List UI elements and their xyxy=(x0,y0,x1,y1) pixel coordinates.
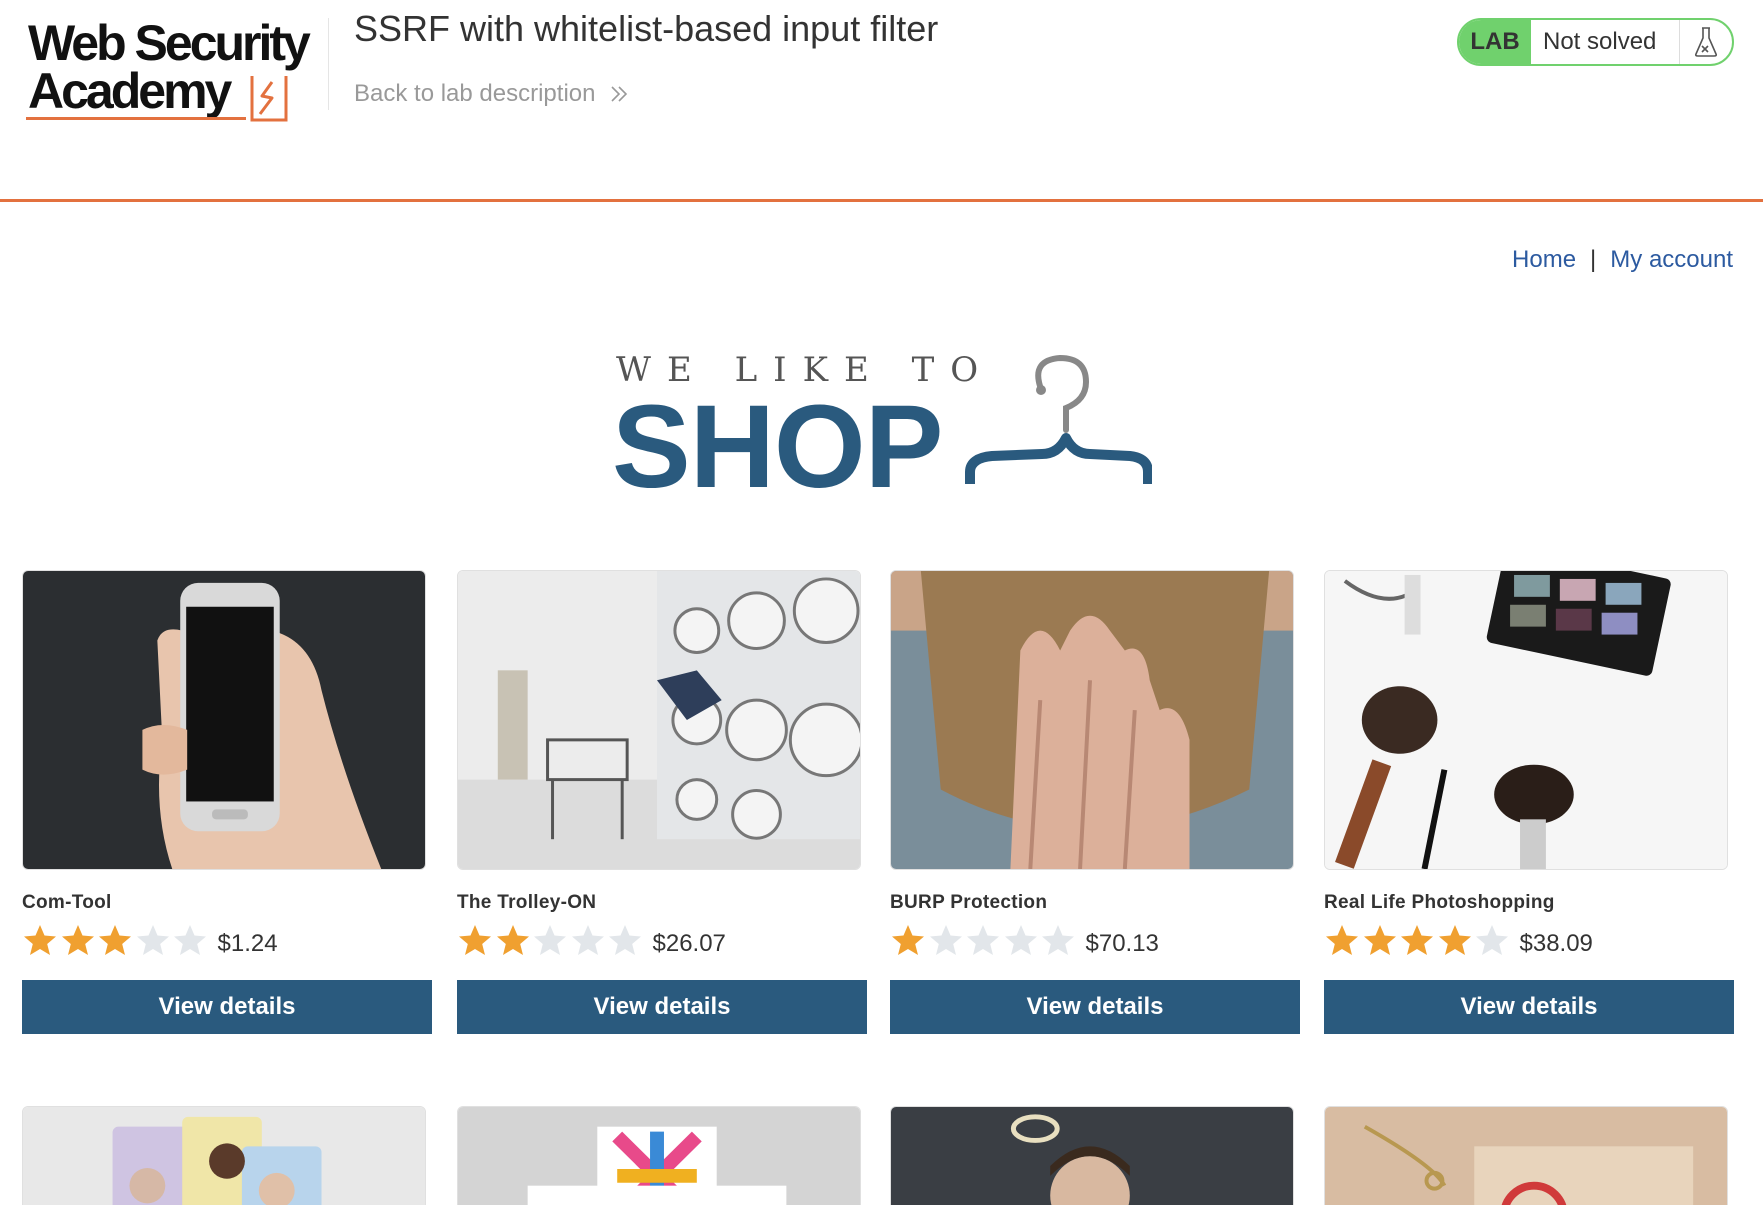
product-name: Real Life Photoshopping xyxy=(1324,892,1555,913)
logo-text-line1: Web Security xyxy=(28,15,311,71)
product-price: $1.24 xyxy=(217,930,278,957)
product-rating: $26.07 xyxy=(457,922,726,958)
people-cards-image xyxy=(23,1107,425,1205)
product-name: BURP Protection xyxy=(890,892,1048,913)
team-banner-image xyxy=(458,1107,860,1205)
view-details-button[interactable]: View details xyxy=(457,980,867,1034)
star-empty-icon xyxy=(571,925,604,955)
product-rating: $70.13 xyxy=(890,922,1159,958)
lab-status-widget[interactable]: LAB Not solved xyxy=(1457,18,1734,66)
makeup-brushes-image xyxy=(1325,571,1727,869)
nav-separator: | xyxy=(1590,246,1597,273)
product-image[interactable] xyxy=(457,1106,861,1205)
back-to-lab-description-link[interactable]: Back to lab description xyxy=(354,80,629,108)
my-account-link[interactable]: My account xyxy=(1610,246,1733,274)
star-empty-icon xyxy=(1004,925,1037,955)
product-image[interactable] xyxy=(1324,570,1728,870)
beard-hand-image xyxy=(891,571,1293,869)
star-empty-icon xyxy=(174,925,206,955)
shop-nav: Home | My account xyxy=(1512,246,1733,274)
academy-header: Web Security Academy SSRF with whitelist… xyxy=(0,0,1763,202)
logo-underline xyxy=(26,117,246,120)
star-filled-icon xyxy=(1363,925,1396,955)
product-image[interactable] xyxy=(22,570,426,870)
laundromat-image xyxy=(458,571,860,869)
product-image[interactable] xyxy=(890,570,1294,870)
view-details-button[interactable]: View details xyxy=(22,980,432,1034)
view-details-button[interactable]: View details xyxy=(890,980,1300,1034)
product-name: The Trolley-ON xyxy=(457,892,597,913)
logo-lightning-icon xyxy=(250,76,288,122)
product-image[interactable] xyxy=(22,1106,426,1205)
product-image[interactable] xyxy=(457,570,861,870)
lab-title: SSRF with whitelist-based input filter xyxy=(354,8,939,49)
logo-text-line2: Academy xyxy=(28,63,232,119)
star-filled-icon xyxy=(1326,925,1358,955)
star-empty-icon xyxy=(136,925,169,955)
product-image[interactable] xyxy=(890,1106,1294,1205)
view-details-button[interactable]: View details xyxy=(1324,980,1734,1034)
star-filled-icon xyxy=(1401,925,1433,955)
star-filled-icon xyxy=(496,925,529,955)
product-name: Com-Tool xyxy=(22,892,112,913)
product-price: $70.13 xyxy=(1085,930,1159,957)
lab-badge: LAB xyxy=(1459,20,1531,64)
star-filled-icon xyxy=(459,925,491,955)
back-link-label: Back to lab description xyxy=(354,80,596,107)
star-filled-icon xyxy=(24,925,56,955)
star-empty-icon xyxy=(609,925,641,955)
home-link[interactable]: Home xyxy=(1512,246,1576,274)
double-chevron-right-icon xyxy=(611,86,628,102)
smartphone-image xyxy=(23,571,425,869)
hanging-sign-image xyxy=(1325,1107,1727,1205)
star-empty-icon xyxy=(534,925,566,955)
star-filled-icon xyxy=(61,925,94,955)
lab-status-text: Not solved xyxy=(1531,20,1680,64)
star-empty-icon xyxy=(1476,925,1508,955)
star-filled-icon xyxy=(99,925,131,955)
product-rating: $38.09 xyxy=(1324,922,1593,958)
star-empty-icon xyxy=(1042,925,1074,955)
header-divider xyxy=(328,18,329,110)
product-price: $38.09 xyxy=(1519,930,1593,957)
flask-icon xyxy=(1680,20,1732,64)
shop-banner: WE LIKE TO SHOP xyxy=(612,350,1152,512)
banner-shop-text: SHOP xyxy=(612,381,943,513)
product-rating: $1.24 xyxy=(22,922,278,958)
star-filled-icon xyxy=(892,925,924,955)
product-price: $26.07 xyxy=(652,930,726,957)
star-filled-icon xyxy=(1438,925,1471,955)
star-empty-icon xyxy=(967,925,999,955)
coat-hanger-icon xyxy=(965,354,1152,484)
web-security-academy-logo[interactable]: Web Security Academy xyxy=(24,14,324,124)
halo-man-image xyxy=(891,1107,1293,1205)
star-empty-icon xyxy=(929,925,962,955)
product-image[interactable] xyxy=(1324,1106,1728,1205)
